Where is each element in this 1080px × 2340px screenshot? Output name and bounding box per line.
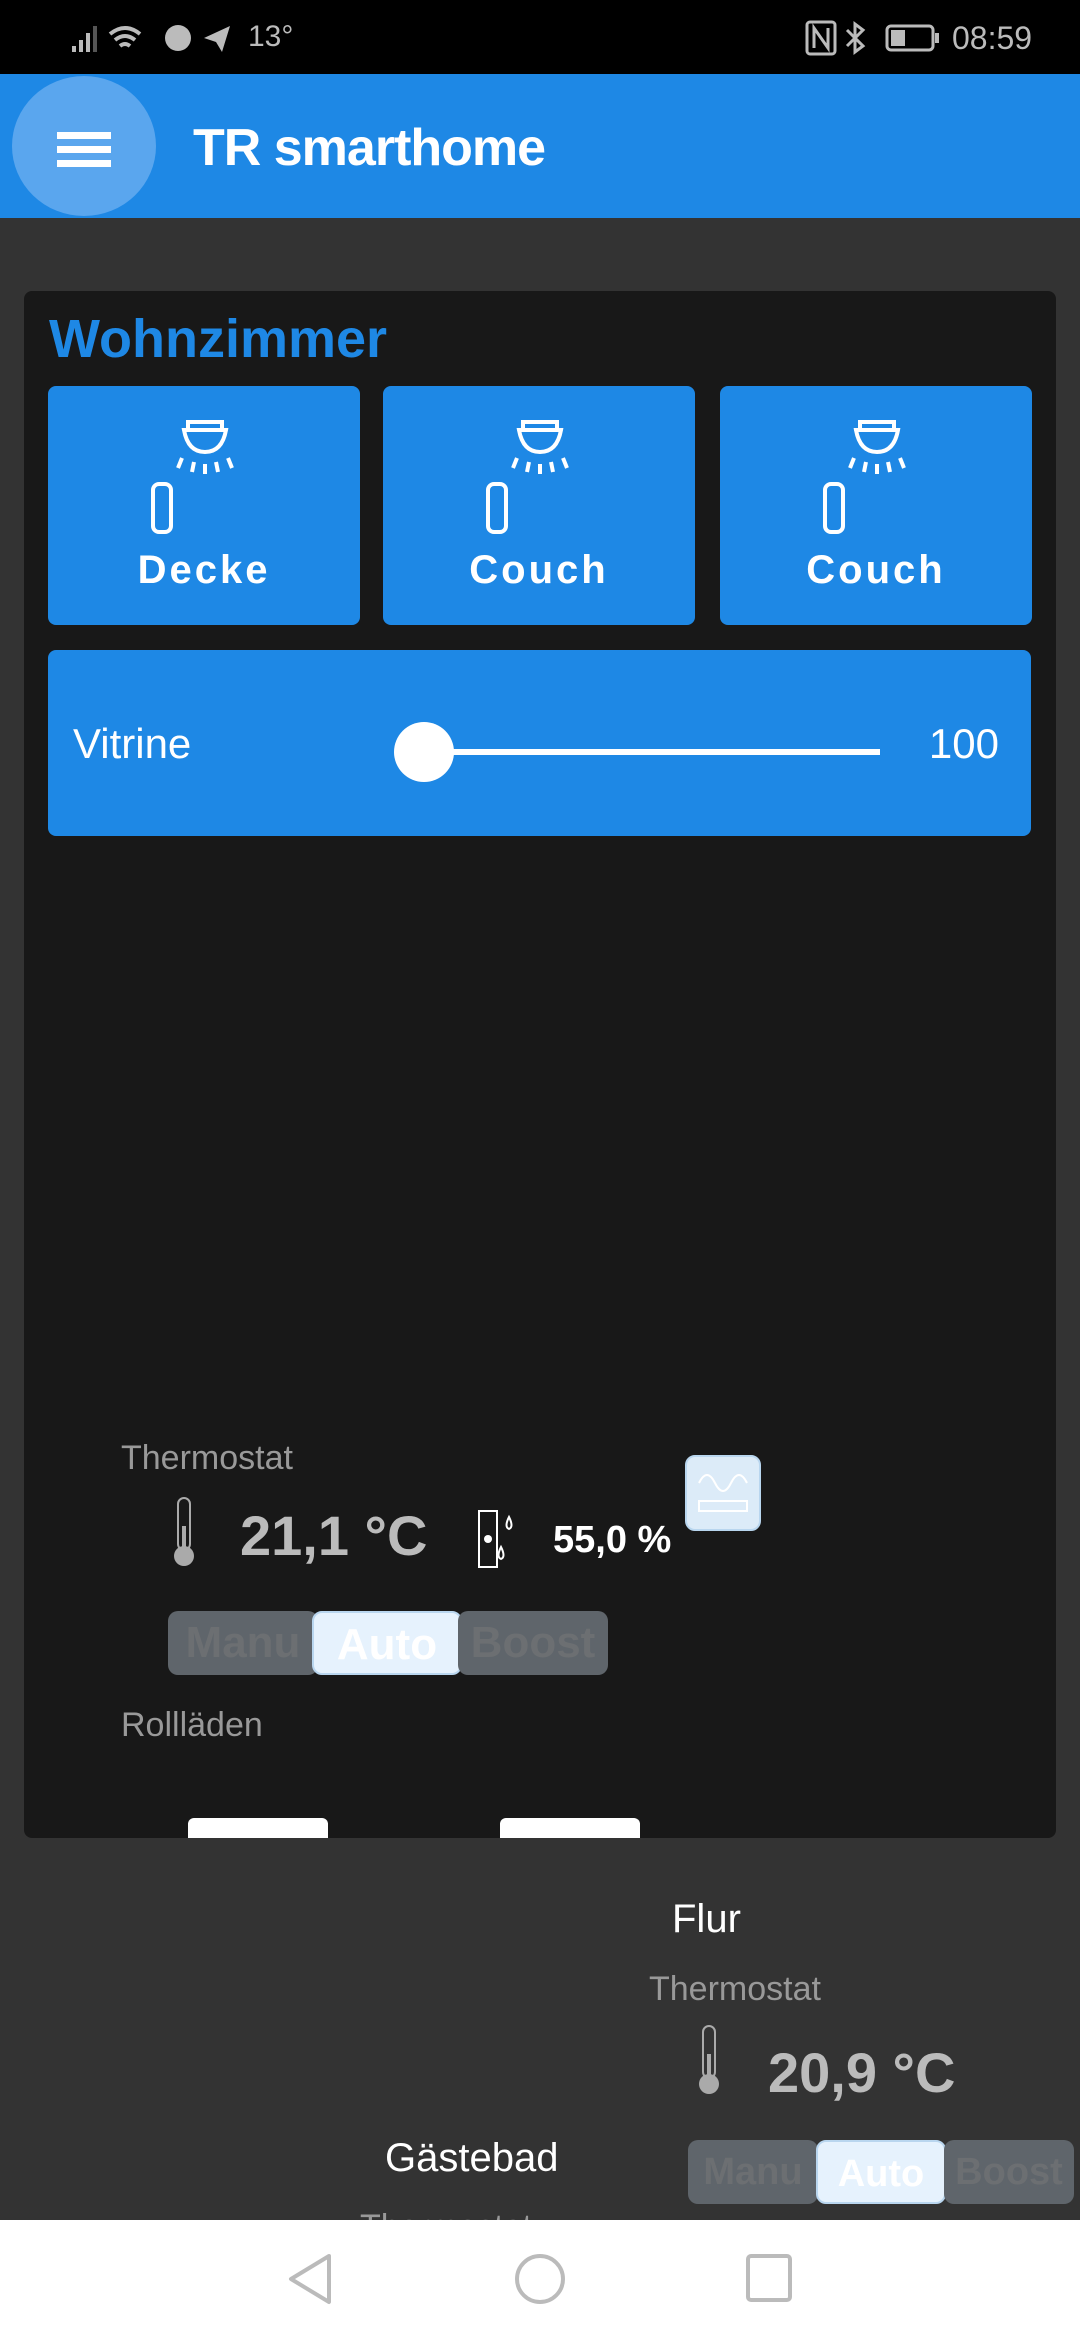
- temperature-value: 20,9 °C: [768, 2041, 956, 2104]
- room-title-gaestebad: Gästebad: [385, 2136, 559, 2180]
- radiator-wave-icon: [698, 1474, 748, 1512]
- mode-manu-button[interactable]: Manu: [688, 2140, 818, 2204]
- home-icon[interactable]: [513, 2252, 567, 2306]
- light-button-couch-2[interactable]: Couch: [720, 386, 1032, 625]
- thermostat-label: Thermostat: [121, 1439, 293, 1477]
- room-title: Wohnzimmer: [49, 309, 388, 369]
- room-title-flur: Flur: [672, 1897, 741, 1941]
- temperature-value: 21,1 °C: [240, 1504, 428, 1567]
- shutter-button[interactable]: [188, 1818, 328, 1838]
- status-icons-right: [805, 20, 939, 56]
- humidity-value: 55,0 %: [553, 1519, 672, 1561]
- app-title: TR smarthome: [193, 119, 546, 177]
- dimmer-label: Vitrine: [73, 720, 192, 767]
- hamburger-menu-icon[interactable]: [12, 76, 156, 216]
- navigation-bar: [0, 2220, 1080, 2340]
- room-card-wohnzimmer: Wohnzimmer Decke Couch Couch Vitrine 100…: [24, 291, 1056, 1838]
- light-label: Couch: [469, 548, 609, 592]
- recents-icon[interactable]: [745, 2253, 793, 2303]
- mode-manu-button[interactable]: Manu: [168, 1611, 318, 1675]
- dimmer-vitrine: Vitrine 100: [48, 650, 1031, 836]
- status-icons-left: [72, 25, 230, 52]
- heating-schedule-button[interactable]: [685, 1455, 761, 1531]
- light-button-decke[interactable]: Decke: [48, 386, 360, 625]
- app-header: TR smarthome: [0, 74, 1080, 218]
- mode-auto-button[interactable]: Auto: [312, 1611, 462, 1675]
- light-label: Couch: [806, 548, 946, 592]
- mode-boost-button[interactable]: Boost: [944, 2140, 1074, 2204]
- light-label: Decke: [137, 548, 271, 592]
- clock: 08:59: [952, 20, 1033, 56]
- slider-handle[interactable]: [394, 722, 454, 782]
- thermostat-label: Thermostat: [649, 1970, 821, 2008]
- slider-track[interactable]: [400, 749, 880, 755]
- thermometer-icon: [699, 2025, 719, 2094]
- weather-temperature: 13°: [248, 20, 294, 53]
- status-bar: 13° 08:59: [0, 0, 1080, 74]
- mode-boost-button[interactable]: Boost: [458, 1611, 608, 1675]
- dimmer-value: 100: [928, 720, 999, 767]
- light-button-couch[interactable]: Couch: [383, 386, 695, 625]
- ceiling-light-bulb-icon: [486, 420, 569, 534]
- ceiling-light-bulb-icon: [823, 420, 906, 534]
- thermometer-icon: [174, 1497, 194, 1566]
- mode-auto-button[interactable]: Auto: [816, 2140, 946, 2204]
- humidity-icon: [478, 1510, 513, 1568]
- shutters-label: Rollläden: [121, 1706, 263, 1744]
- back-icon[interactable]: [285, 2252, 335, 2306]
- shutter-button[interactable]: [500, 1818, 640, 1838]
- ceiling-light-bulb-icon: [151, 420, 234, 534]
